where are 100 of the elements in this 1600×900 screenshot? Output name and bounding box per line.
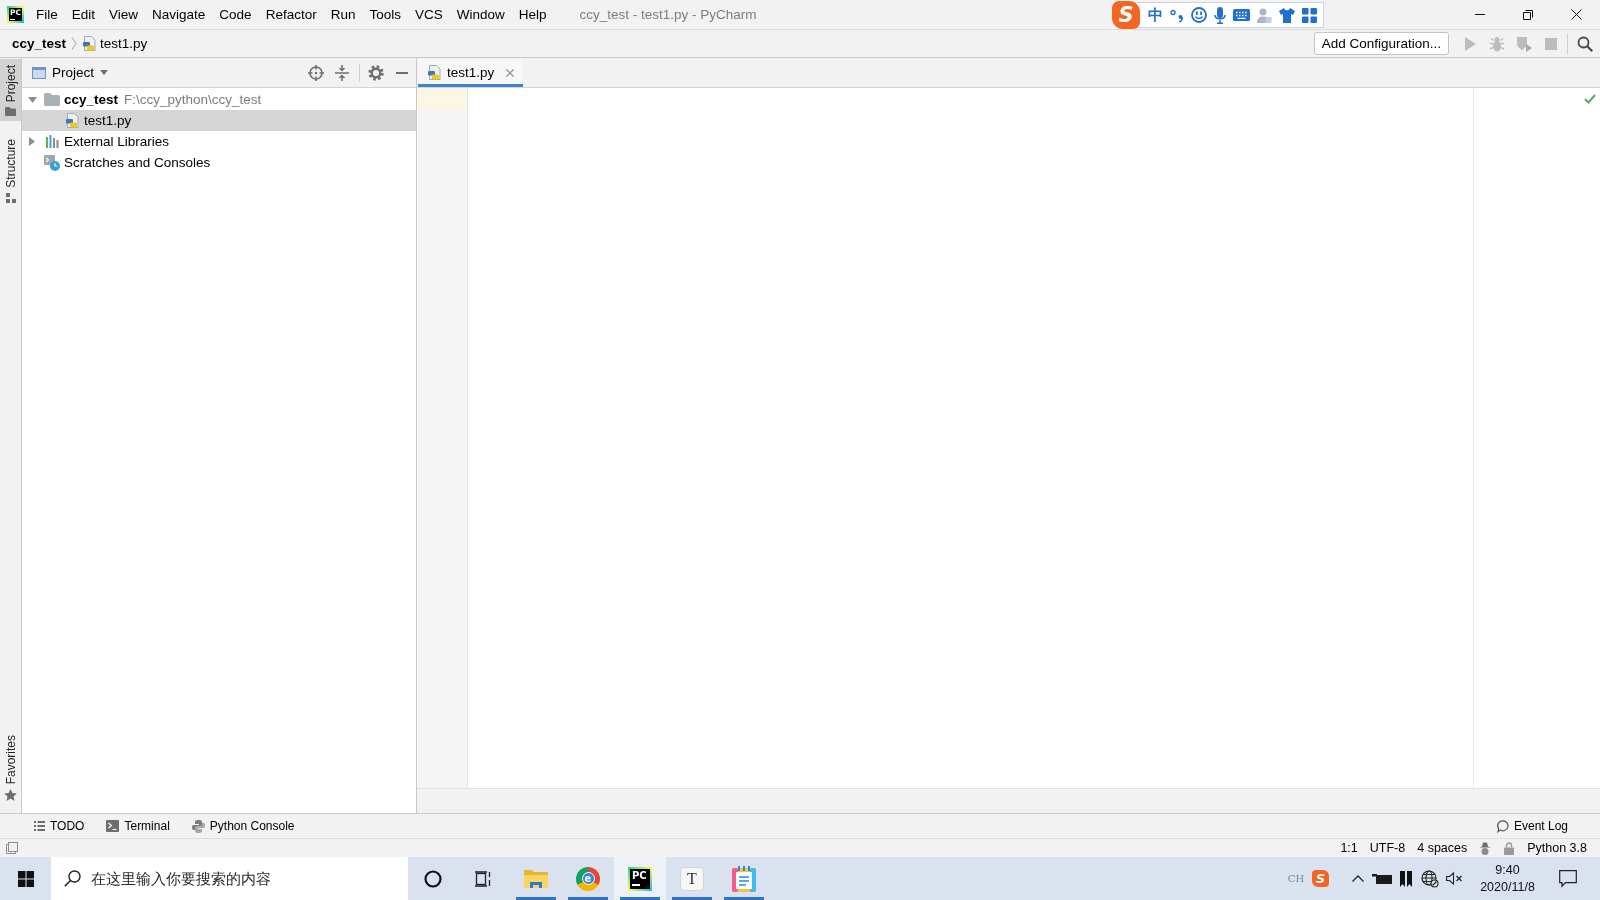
circle-icon (424, 869, 442, 888)
microphone-icon (1214, 6, 1226, 24)
shirt-icon (1279, 7, 1295, 23)
folder-icon (5, 107, 16, 117)
crosshair-icon (308, 64, 324, 81)
check-icon (1584, 94, 1596, 104)
keyboard-icon (1233, 9, 1250, 21)
folder-icon (44, 93, 60, 106)
scratches-icon (44, 154, 60, 171)
tree-item[interactable]: External Libraries (22, 131, 416, 152)
menu-item[interactable]: Refactor (258, 3, 324, 26)
tool-window-button[interactable]: Terminal (98, 814, 178, 838)
globe-icon (1421, 869, 1439, 888)
tree-item[interactable]: test1.py (22, 110, 416, 131)
shield-play-icon (1515, 35, 1532, 52)
speech-bubble-icon (1496, 819, 1509, 833)
taskbar-app-button[interactable]: e (562, 857, 614, 900)
caret-up-icon (1352, 875, 1364, 882)
window-icon (32, 66, 46, 79)
list-icon (34, 821, 45, 831)
status-item[interactable]: 1:1 (1335, 839, 1363, 857)
collapsed-arrow-icon[interactable] (29, 137, 35, 146)
person-icon (1479, 841, 1492, 855)
input-mode-toggle[interactable]: 中 (1148, 6, 1163, 24)
menu-item[interactable]: View (102, 3, 146, 26)
run-configuration-button[interactable]: Add Configuration... (1313, 32, 1449, 55)
menu-item[interactable]: Window (449, 3, 512, 26)
minimize-icon (396, 71, 408, 74)
layout-icon (6, 842, 18, 854)
menu-item[interactable]: Navigate (145, 3, 213, 26)
search-icon (64, 870, 81, 887)
menu-item[interactable]: Tools (362, 3, 408, 26)
caret-icon (100, 70, 109, 75)
search-icon (1576, 35, 1593, 52)
editor-tab[interactable]: test1.py (418, 58, 524, 87)
tool-window-tab[interactable]: Project (0, 59, 21, 122)
lock-icon (1504, 841, 1515, 855)
tree-item[interactable]: Scratches and Consoles (22, 152, 416, 173)
python-file-icon (83, 36, 97, 51)
chevron-icon (71, 37, 78, 50)
tool-window-button[interactable]: TODO (26, 814, 93, 838)
python-file-icon (65, 113, 79, 128)
restore-icon (1523, 9, 1533, 20)
terminal-icon (106, 820, 120, 832)
bookmark-icon (1400, 870, 1412, 887)
app-logo: PC (628, 866, 652, 891)
window-title: ccy_test - test1.py - PyCharm (579, 7, 757, 22)
menu-item[interactable]: File (29, 3, 65, 26)
status-item[interactable]: UTF-8 (1364, 839, 1411, 857)
collapse-icon (335, 64, 349, 81)
browser-logo: e (576, 866, 600, 891)
layout-toggle-button[interactable] (6, 842, 18, 854)
structure-icon (5, 193, 16, 204)
tool-window-tab[interactable]: Favorites (0, 728, 21, 806)
python-file-icon (428, 65, 441, 80)
menu-item[interactable]: Code (212, 3, 259, 26)
clock-time[interactable]: 9:40 (1495, 861, 1520, 879)
gear-icon (368, 64, 384, 81)
close-icon (1570, 9, 1582, 20)
expanded-arrow-icon[interactable] (27, 96, 37, 103)
menu-item[interactable]: Run (323, 3, 363, 26)
battery-icon (1372, 872, 1392, 885)
python-icon (191, 819, 205, 833)
smiley-icon (1191, 7, 1207, 23)
breadcrumb[interactable]: test1.py (83, 36, 148, 51)
taskbar-app-button[interactable]: PC (614, 857, 666, 900)
folder-icon (524, 868, 548, 889)
library-icon (45, 135, 59, 148)
menu-item[interactable]: VCS (407, 3, 450, 26)
stop-icon (1544, 37, 1557, 50)
current-line-highlight (417, 89, 467, 109)
task-view-icon (474, 870, 492, 887)
tree-item[interactable]: ccy_test F:\ccy_python\ccy_test (22, 89, 416, 110)
status-item[interactable]: 4 spaces (1412, 839, 1473, 857)
folder-path: F:\ccy_python\ccy_test (124, 92, 262, 107)
taskbar-app-button[interactable]: T (666, 857, 718, 900)
notepad-icon (732, 865, 756, 892)
star-icon (4, 789, 17, 801)
breadcrumb[interactable]: ccy_test (12, 36, 67, 51)
ime-logo: S (1112, 1, 1140, 29)
tool-window-button[interactable]: Python Console (183, 814, 303, 838)
search-field[interactable]: 在这里输入你要搜索的内容 (51, 857, 408, 900)
minimize-icon (1475, 14, 1485, 15)
menu-item[interactable]: Edit (64, 3, 103, 26)
view-selector[interactable]: Project (32, 65, 109, 80)
play-icon (1463, 36, 1476, 51)
clock-date[interactable]: 2020/11/8 (1480, 878, 1535, 896)
tool-window-button[interactable]: Event Log (1488, 814, 1576, 838)
punctuation-icon (1170, 8, 1184, 22)
tool-window-tab[interactable]: Structure (0, 133, 21, 209)
close-icon (506, 68, 515, 77)
speaker-muted-icon (1445, 872, 1463, 885)
interpreter-selector[interactable]: Python 3.8 (1522, 839, 1592, 857)
windows-logo-icon (17, 870, 34, 887)
person-icon (1257, 7, 1272, 23)
menu-item[interactable]: Help (511, 3, 554, 26)
grid-icon (1302, 7, 1317, 23)
app-logo: T (680, 866, 704, 891)
notification-icon (1558, 870, 1577, 887)
bug-icon (1489, 35, 1504, 52)
